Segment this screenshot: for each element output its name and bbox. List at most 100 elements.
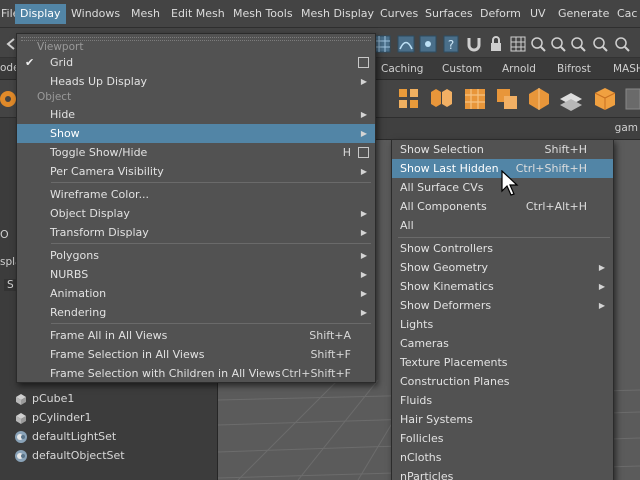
menu-item-rendering[interactable]: Rendering ▶ (17, 303, 375, 322)
menu-display[interactable]: Display (15, 4, 66, 24)
menu-item-fluids[interactable]: Fluids (392, 391, 613, 410)
help-icon[interactable]: ? (441, 34, 461, 54)
menu-item-polygons[interactable]: Polygons ▶ (17, 246, 375, 265)
menu-item-construction-planes[interactable]: Construction Planes (392, 372, 613, 391)
menu-mesh-display[interactable]: Mesh Display (296, 4, 379, 24)
menu-item-lights[interactable]: Lights (392, 315, 613, 334)
shelf-tab-caching[interactable]: Caching (376, 61, 428, 77)
option-box-icon[interactable] (358, 147, 369, 158)
menu-surfaces[interactable]: Surfaces (420, 4, 478, 24)
smooth-icon[interactable] (462, 86, 488, 112)
menu-item-show[interactable]: Show ▶ (17, 124, 375, 143)
outliner-item[interactable]: defaultLightSet (14, 427, 116, 446)
cube-icon[interactable] (592, 86, 618, 112)
shelf-tab-arnold[interactable]: Arnold (497, 61, 541, 77)
snap-point-icon[interactable] (418, 34, 438, 54)
menu-item-label: NURBS (50, 268, 89, 281)
extrude-icon[interactable] (494, 86, 520, 112)
magnet-icon[interactable] (464, 34, 484, 54)
menu-uv[interactable]: UV (525, 4, 551, 24)
menu-curves[interactable]: Curves (375, 4, 423, 24)
menu-generate[interactable]: Generate (553, 4, 614, 24)
outliner-item[interactable]: defaultObjectSet (14, 446, 125, 465)
mesh-icon (16, 412, 26, 424)
shelf-tab-mash[interactable]: MASH (608, 61, 640, 77)
s-tab-fragment[interactable]: S (4, 279, 17, 291)
submenu-arrow-icon: ▶ (598, 263, 605, 272)
menu-item-transform-display[interactable]: Transform Display ▶ (17, 223, 375, 242)
shortcut-label: Shift+F (310, 348, 351, 361)
menu-item-object-display[interactable]: Object Display ▶ (17, 204, 375, 223)
combine-icon[interactable] (396, 86, 422, 112)
separate-icon[interactable] (428, 86, 454, 112)
lock-icon[interactable] (486, 34, 506, 54)
hypershade-icon[interactable] (590, 34, 610, 54)
menu-deform[interactable]: Deform (475, 4, 526, 24)
shelf-tab-bifrost[interactable]: Bifrost (552, 61, 596, 77)
menu-item-all-components[interactable]: All Components Ctrl+Alt+H (392, 197, 613, 216)
option-box-icon[interactable] (358, 57, 369, 68)
bevel-icon[interactable] (558, 86, 584, 112)
menu-item-frame-selection[interactable]: Frame Selection in All Views Shift+F (17, 345, 375, 364)
menu-divider (51, 323, 371, 324)
outliner-item[interactable]: pCube1 (14, 389, 74, 408)
menu-item-nparticles[interactable]: nParticles (392, 467, 613, 480)
menu-mesh-tools[interactable]: Mesh Tools (228, 4, 298, 24)
submenu-arrow-icon: ▶ (360, 308, 367, 317)
menu-item-label: Object Display (50, 207, 130, 220)
menu-item-label: Per Camera Visibility (50, 165, 164, 178)
search-field-fragment[interactable]: O (0, 228, 9, 241)
menu-item-nurbs[interactable]: NURBS ▶ (17, 265, 375, 284)
outliner-item[interactable]: pCylinder1 (14, 408, 92, 427)
grid-toggle-icon[interactable] (508, 34, 528, 54)
menu-edit-mesh[interactable]: Edit Mesh (166, 4, 230, 24)
menu-item-animation[interactable]: Animation ▶ (17, 284, 375, 303)
menu-item-label: Frame Selection with Children in All Vie… (50, 367, 281, 380)
menu-item-ncloths[interactable]: nCloths (392, 448, 613, 467)
menu-item-label: Fluids (400, 394, 433, 407)
menu-item-frame-all[interactable]: Frame All in All Views Shift+A (17, 326, 375, 345)
quad-draw-icon[interactable] (624, 86, 640, 112)
menu-item-grid[interactable]: ✔ Grid (17, 53, 375, 72)
section-viewport: Viewport (37, 41, 84, 53)
menu-item-label: Polygons (50, 249, 99, 262)
menu-item-show-controllers[interactable]: Show Controllers (392, 239, 613, 258)
menu-item-texture-placements[interactable]: Texture Placements (392, 353, 613, 372)
render-view-icon[interactable] (612, 34, 632, 54)
menu-item-label: All Surface CVs (400, 181, 484, 194)
svg-text:?: ? (448, 38, 454, 52)
menu-item-label: Cameras (400, 337, 449, 350)
menu-item-show-geometry[interactable]: Show Geometry ▶ (392, 258, 613, 277)
menu-mesh[interactable]: Mesh (126, 4, 165, 24)
shortcut-label: H (342, 146, 351, 159)
render-region-icon[interactable] (528, 34, 548, 54)
menu-item-label: Grid (50, 56, 74, 69)
menu-item-show-selection[interactable]: Show Selection Shift+H (392, 140, 613, 159)
menu-item-all[interactable]: All (392, 216, 613, 235)
menu-cache[interactable]: Cac (612, 4, 640, 24)
set-icon (15, 430, 27, 443)
menu-item-label: Wireframe Color... (50, 188, 150, 201)
render-settings-icon[interactable] (568, 34, 588, 54)
menu-item-toggle-show-hide[interactable]: Toggle Show/Hide H (17, 143, 375, 162)
menu-item-hide[interactable]: Hide ▶ (17, 105, 375, 124)
menu-item-label: Follicles (400, 432, 444, 445)
shelf-tab-custom[interactable]: Custom (437, 61, 487, 77)
menu-item-show-kinematics[interactable]: Show Kinematics ▶ (392, 277, 613, 296)
menu-item-show-deformers[interactable]: Show Deformers ▶ (392, 296, 613, 315)
render-ipr-icon[interactable] (548, 34, 568, 54)
outliner-item-label: defaultLightSet (32, 430, 117, 443)
menu-item-wireframe-color[interactable]: Wireframe Color... (17, 185, 375, 204)
menu-item-heads-up-display[interactable]: Heads Up Display ▶ (17, 72, 375, 91)
bridge-icon[interactable] (526, 86, 552, 112)
menu-item-label: Show Selection (400, 143, 484, 156)
menu-item-frame-selection-children[interactable]: Frame Selection with Children in All Vie… (17, 364, 375, 383)
menu-windows[interactable]: Windows (66, 4, 125, 24)
menu-item-per-camera-visibility[interactable]: Per Camera Visibility ▶ (17, 162, 375, 181)
menu-item-follicles[interactable]: Follicles (392, 429, 613, 448)
menu-divider (51, 243, 371, 244)
shortcut-label: Ctrl+Shift+H (515, 162, 587, 175)
menu-item-cameras[interactable]: Cameras (392, 334, 613, 353)
snap-curve-icon[interactable] (396, 34, 416, 54)
menu-item-hair-systems[interactable]: Hair Systems (392, 410, 613, 429)
